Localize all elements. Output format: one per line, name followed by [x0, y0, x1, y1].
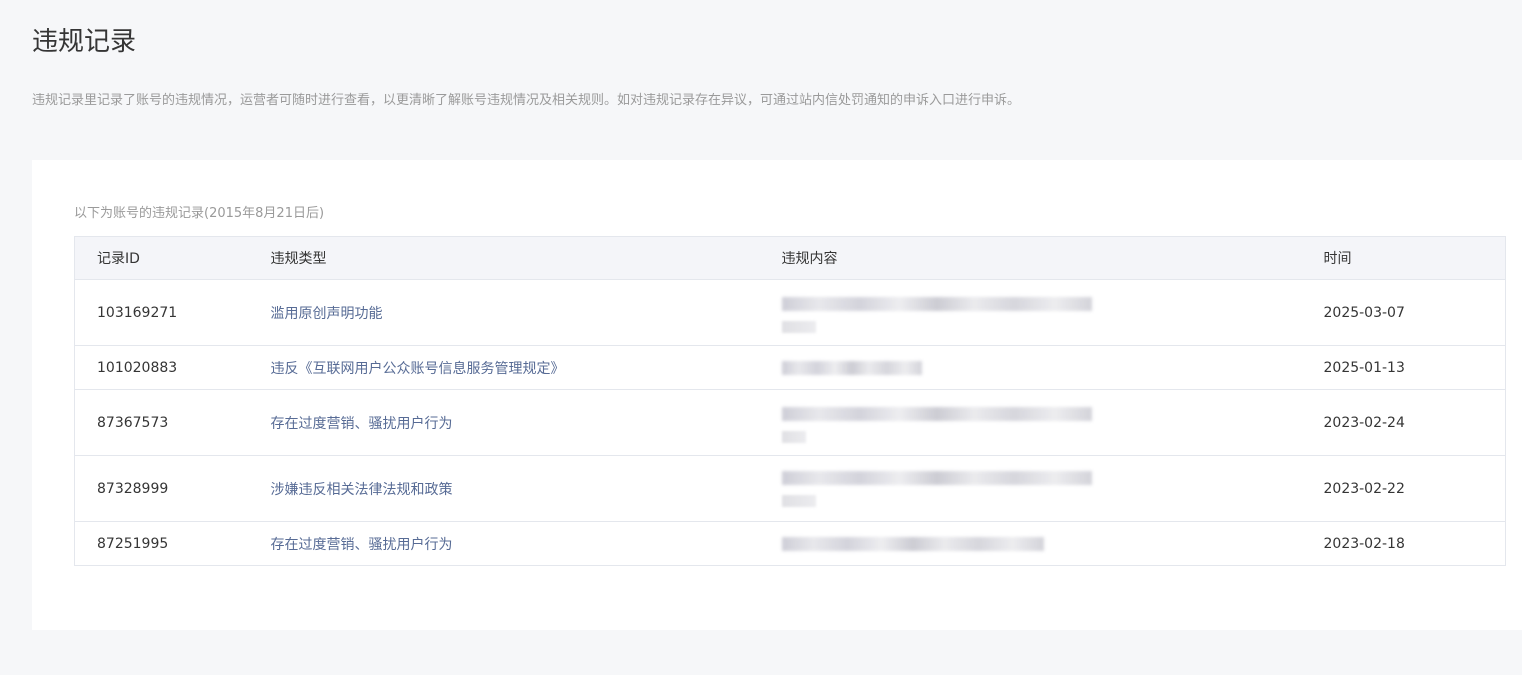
- record-id: 103169271: [74, 279, 249, 346]
- violation-type: 存在过度营销、骚扰用户行为: [248, 389, 760, 456]
- column-header-time: 时间: [1301, 236, 1506, 280]
- table-row: 87251995 存在过度营销、骚扰用户行为 2023-02-18: [74, 521, 1506, 566]
- table-row: 87328999 涉嫌违反相关法律法规和政策 2023-02-22: [74, 455, 1506, 522]
- violation-type: 存在过度营销、骚扰用户行为: [248, 521, 760, 566]
- record-id: 87328999: [74, 455, 249, 522]
- violation-content-redacted: [759, 345, 1302, 390]
- record-time: 2025-01-13: [1301, 345, 1506, 390]
- record-time: 2025-03-07: [1301, 279, 1506, 346]
- records-table: 记录ID 违规类型 违规内容 时间 103169271 滥用原创声明功能 202…: [74, 236, 1506, 566]
- records-card: 以下为账号的违规记录(2015年8月21日后) 记录ID 违规类型 违规内容 时…: [32, 160, 1522, 630]
- record-id: 87251995: [74, 521, 249, 566]
- page-description: 违规记录里记录了账号的违规情况，运营者可随时进行查看，以更清晰了解账号违规情况及…: [32, 93, 1021, 108]
- violation-records-page: 违规记录 违规记录里记录了账号的违规情况，运营者可随时进行查看，以更清晰了解账号…: [0, 0, 1522, 675]
- record-id: 87367573: [74, 389, 249, 456]
- record-time: 2023-02-24: [1301, 389, 1506, 456]
- table-header-row: 记录ID 违规类型 违规内容 时间: [74, 236, 1506, 280]
- violation-type: 滥用原创声明功能: [248, 279, 760, 346]
- violation-type: 涉嫌违反相关法律法规和政策: [248, 455, 760, 522]
- table-row: 87367573 存在过度营销、骚扰用户行为 2023-02-24: [74, 389, 1506, 456]
- table-row: 101020883 违反《互联网用户公众账号信息服务管理规定》 2025-01-…: [74, 345, 1506, 390]
- redacted-content: [781, 401, 1094, 445]
- column-header-id: 记录ID: [74, 236, 249, 280]
- record-id: 101020883: [74, 345, 249, 390]
- column-header-type: 违规类型: [248, 236, 760, 280]
- violation-content-redacted: [759, 521, 1302, 566]
- violation-content-redacted: [759, 455, 1302, 522]
- table-row: 103169271 滥用原创声明功能 2025-03-07: [74, 279, 1506, 346]
- page-title: 违规记录: [32, 27, 137, 57]
- column-header-content: 违规内容: [759, 236, 1302, 280]
- record-time: 2023-02-22: [1301, 455, 1506, 522]
- redacted-content: [781, 358, 1094, 378]
- violation-content-redacted: [759, 389, 1302, 456]
- record-time: 2023-02-18: [1301, 521, 1506, 566]
- records-subtitle: 以下为账号的违规记录(2015年8月21日后): [74, 206, 325, 221]
- redacted-content: [781, 534, 1094, 554]
- violation-content-redacted: [759, 279, 1302, 346]
- redacted-content: [781, 467, 1094, 511]
- violation-type: 违反《互联网用户公众账号信息服务管理规定》: [248, 345, 760, 390]
- redacted-content: [781, 291, 1094, 335]
